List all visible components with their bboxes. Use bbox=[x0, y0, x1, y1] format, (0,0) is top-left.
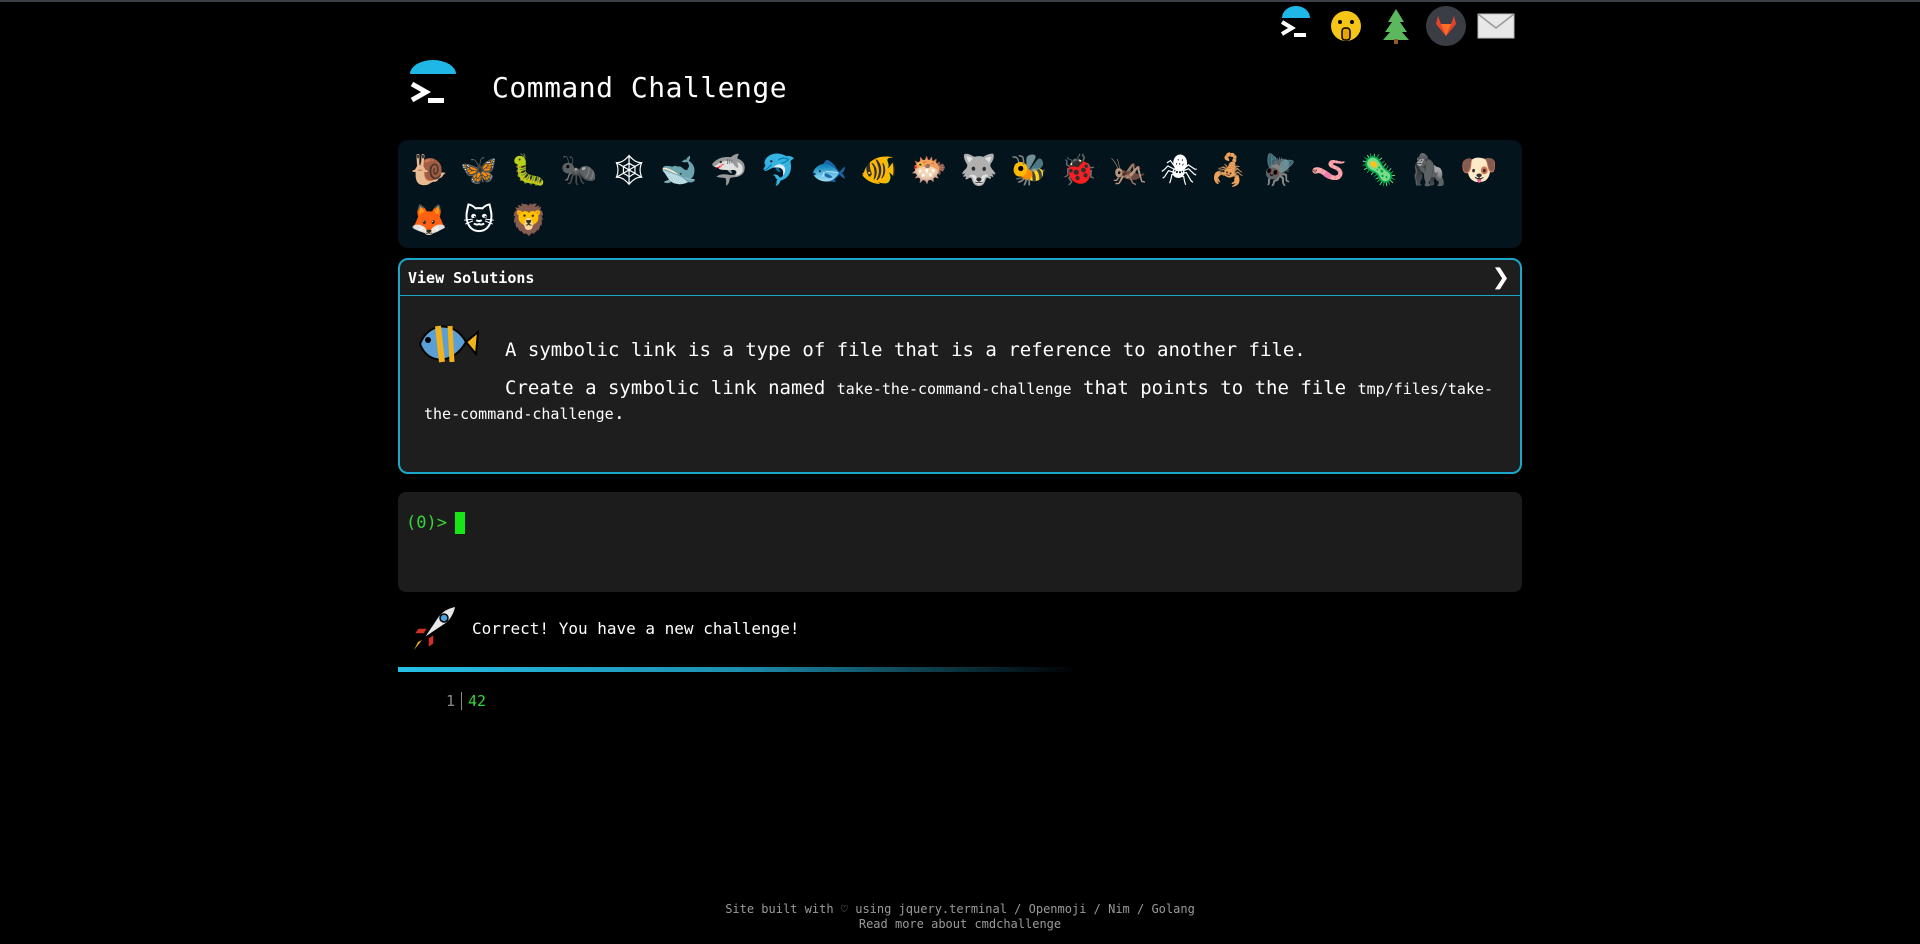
animal-lion-icon[interactable]: 🦁 bbox=[504, 196, 554, 246]
animal-wolf-icon[interactable]: 🐺 bbox=[954, 146, 1004, 196]
tree-icon[interactable] bbox=[1376, 6, 1416, 46]
site-header: Command Challenge bbox=[406, 60, 787, 114]
footer-credits: Site built with ♡ using jquery.terminal … bbox=[725, 902, 1195, 916]
challenge-task: Create a symbolic link named take-the-co… bbox=[424, 376, 1496, 426]
animal-whale-icon[interactable]: 🐋 bbox=[654, 146, 704, 196]
shushing-face-icon[interactable] bbox=[1326, 6, 1366, 46]
terminal[interactable]: (0)> bbox=[398, 492, 1522, 592]
animal-butterfly-icon[interactable]: 🦋 bbox=[454, 146, 504, 196]
view-solutions-label[interactable]: View Solutions bbox=[408, 269, 534, 287]
animal-tropical-fish-icon[interactable]: 🐠 bbox=[854, 146, 904, 196]
output-lines: 1 42 bbox=[446, 692, 486, 710]
page-title: Command Challenge bbox=[492, 70, 788, 104]
animal-spider-web-icon[interactable]: 🕸 bbox=[604, 146, 654, 196]
challenge-description: A symbolic link is a type of file that i… bbox=[400, 296, 1520, 426]
animal-blowfish-icon[interactable]: 🐡 bbox=[904, 146, 954, 196]
animal-bee-icon[interactable]: 🐝 bbox=[1004, 146, 1054, 196]
animal-dolphin-icon[interactable]: 🐬 bbox=[754, 146, 804, 196]
footer: Site built with ♡ using jquery.terminal … bbox=[0, 902, 1920, 932]
terminal-logo-icon[interactable] bbox=[406, 60, 460, 114]
terminal-icon[interactable] bbox=[1276, 6, 1316, 46]
chevron-right-icon[interactable]: ❯ bbox=[1492, 265, 1510, 290]
gitlab-icon[interactable] bbox=[1426, 6, 1466, 46]
animal-fish-icon[interactable]: 🐟 bbox=[804, 146, 854, 196]
animal-cat-icon[interactable]: 🐱 bbox=[454, 196, 504, 246]
solutions-panel: View Solutions ❯ A symbolic link is a ty… bbox=[398, 258, 1522, 474]
line-number: 1 bbox=[446, 692, 463, 710]
progress-bar bbox=[398, 667, 1078, 672]
task-prefix: Create a symbolic link named bbox=[505, 377, 826, 399]
top-nav bbox=[1276, 6, 1516, 46]
animal-caterpillar-icon[interactable]: 🐛 bbox=[504, 146, 554, 196]
animal-snail-icon[interactable]: 🐌 bbox=[404, 146, 454, 196]
animal-microbe-icon[interactable]: 🦠 bbox=[1354, 146, 1404, 196]
challenge-intro: A symbolic link is a type of file that i… bbox=[505, 339, 1306, 361]
animal-cricket-icon[interactable]: 🦗 bbox=[1104, 146, 1154, 196]
top-border bbox=[0, 0, 1920, 2]
animal-ant-icon[interactable]: 🐜 bbox=[554, 146, 604, 196]
challenge-animal-bar: 🐌 🦋 🐛 🐜 🕸 🐋 🦈 🐬 🐟 🐠 🐡 🐺 🐝 🐞 🦗 🕷 🦂 🪰 🪱 🦠 🦍 🐶 🦊 🐱 🦁 bbox=[398, 140, 1522, 248]
rocket-icon bbox=[408, 602, 460, 654]
terminal-cursor[interactable] bbox=[454, 512, 465, 534]
animal-shark-icon[interactable]: 🦈 bbox=[704, 146, 754, 196]
animal-ladybug-icon[interactable]: 🐞 bbox=[1054, 146, 1104, 196]
animal-gorilla-icon[interactable]: 🦍 bbox=[1404, 146, 1454, 196]
terminal-prompt: (0)> bbox=[406, 513, 447, 533]
status-message-text: Correct! You have a new challenge! bbox=[472, 618, 800, 638]
animal-fox-icon[interactable]: 🦊 bbox=[404, 196, 454, 246]
view-solutions-toggle[interactable]: View Solutions ❯ bbox=[400, 260, 1520, 296]
task-middle: that points to the file bbox=[1083, 377, 1347, 399]
task-suffix: . bbox=[613, 402, 626, 424]
footer-read-more-link[interactable]: Read more about cmdchallenge bbox=[0, 917, 1920, 932]
tropical-fish-icon bbox=[414, 314, 480, 374]
envelope-icon[interactable] bbox=[1476, 6, 1516, 46]
output-value: 42 bbox=[468, 692, 487, 710]
animal-scorpion-icon[interactable]: 🦂 bbox=[1204, 146, 1254, 196]
link-name-code: take-the-command-challenge bbox=[836, 380, 1072, 398]
status-message: Correct! You have a new challenge! bbox=[408, 602, 800, 654]
animal-dog-icon[interactable]: 🐶 bbox=[1454, 146, 1504, 196]
animal-fly-icon[interactable]: 🪰 bbox=[1254, 146, 1304, 196]
animal-spider-icon[interactable]: 🕷 bbox=[1154, 146, 1204, 196]
animal-worm-icon[interactable]: 🪱 bbox=[1304, 146, 1354, 196]
